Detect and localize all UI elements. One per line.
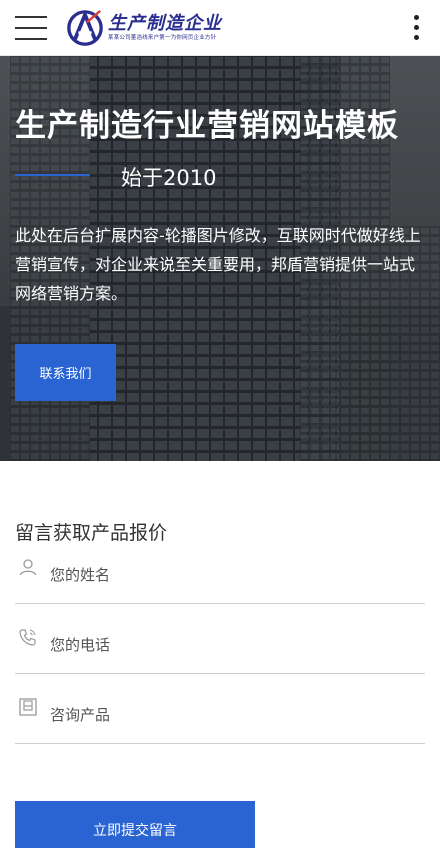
phone-icon	[19, 629, 36, 646]
hero-banner: 生产制造行业营销网站模板 始于2010 此处在后台扩展内容-轮播图片修改，互联网…	[0, 56, 440, 461]
banner-since: 始于2010	[121, 166, 217, 190]
logo-slogan: 某某公司董浩线来户第一为你网页企业方针	[108, 34, 217, 41]
product-box-icon	[19, 698, 37, 716]
site-logo[interactable]: 生产制造企业 某某公司董浩线来户第一为你网页企业方针	[66, 6, 222, 50]
logo-mark-icon	[67, 9, 103, 46]
phone-field[interactable]: 您的电话	[15, 628, 425, 674]
hamburger-menu-icon[interactable]	[15, 15, 47, 41]
phone-field-label: 您的电话	[50, 636, 111, 654]
banner-description: 此处在后台扩展内容-轮播图片修改，互联网时代做好线上营销宣传，对企业来说至关重要…	[15, 226, 421, 303]
submit-message-button[interactable]: 立即提交留言	[15, 801, 255, 848]
product-field[interactable]: 咨询产品	[15, 698, 425, 744]
product-field-label: 咨询产品	[50, 706, 111, 724]
user-icon	[19, 559, 37, 576]
vertical-dots-icon[interactable]	[414, 14, 420, 42]
name-field[interactable]: 您的姓名	[15, 558, 425, 604]
banner-title: 生产制造行业营销网站模板	[15, 108, 399, 144]
contact-us-button[interactable]: 联系我们	[15, 344, 116, 401]
logo-title: 生产制造企业	[108, 12, 222, 34]
banner-divider	[15, 174, 90, 176]
site-header: 生产制造企业 某某公司董浩线来户第一为你网页企业方针	[0, 0, 440, 56]
form-title: 留言获取产品报价	[15, 522, 168, 544]
name-field-label: 您的姓名	[50, 566, 111, 584]
